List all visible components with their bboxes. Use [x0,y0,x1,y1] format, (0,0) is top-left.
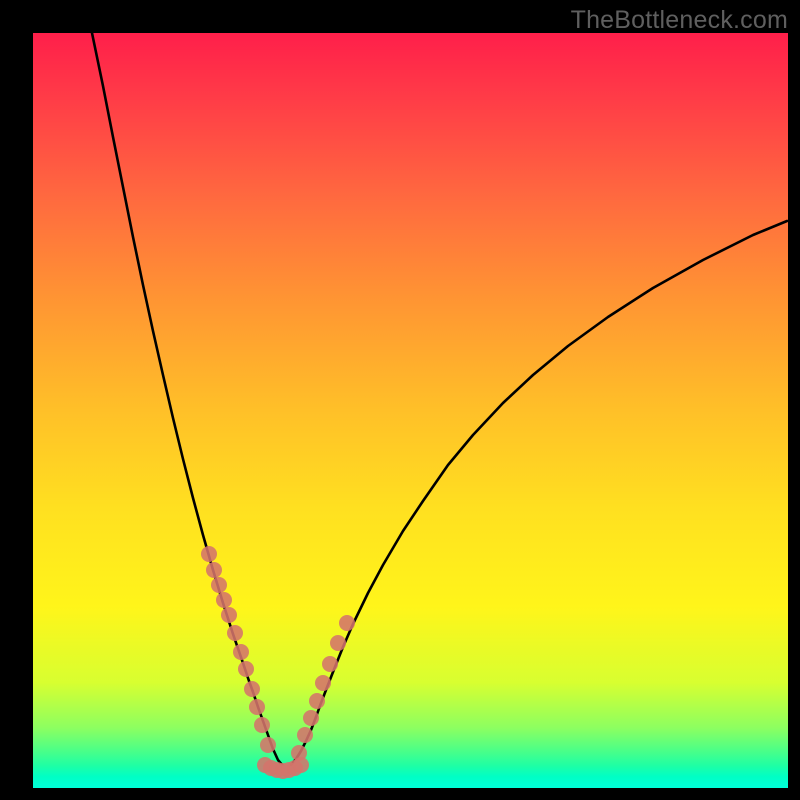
markers-bottom-beads [257,757,309,779]
chart-svg [33,33,788,788]
chart-frame: TheBottleneck.com [0,0,800,800]
markers-left-beads [201,546,276,753]
chart-plot-area [33,33,788,788]
markers-right-beads [291,615,355,761]
curve-right-branch [291,221,787,765]
watermark-text: TheBottleneck.com [571,6,788,35]
curve-left-branch [92,33,283,766]
